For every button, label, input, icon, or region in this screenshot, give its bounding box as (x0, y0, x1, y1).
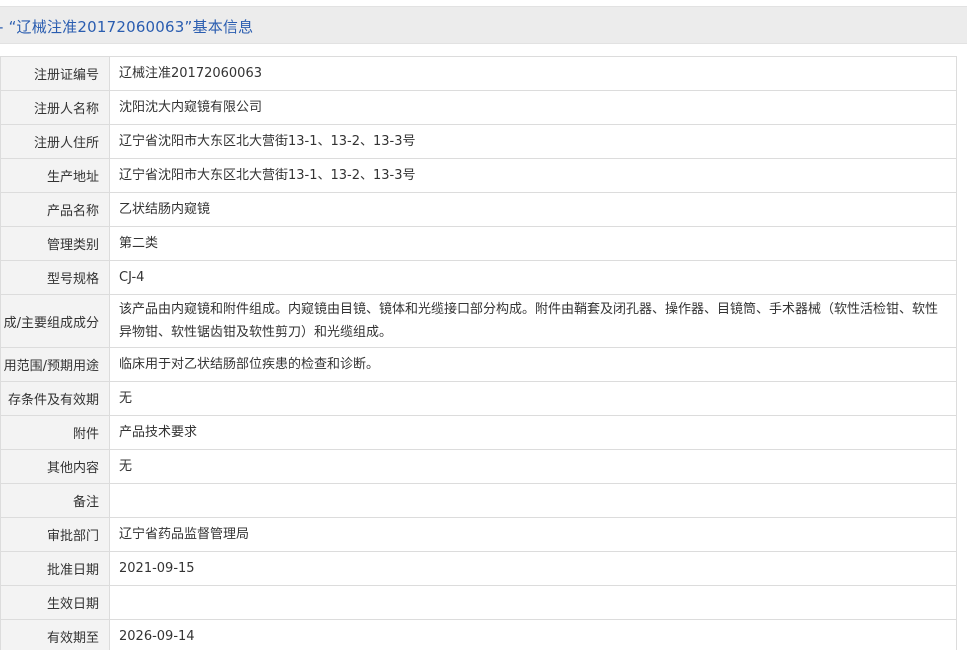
row-value: 2021-09-15 (109, 551, 957, 586)
row-effective-date: 生效日期 (0, 585, 957, 620)
row-remarks: 备注 (0, 483, 957, 518)
row-value: 辽宁省药品监督管理局 (109, 517, 957, 552)
row-label: 管理类别 (0, 226, 110, 261)
title-bar: - “辽械注准20172060063”基本信息 (0, 6, 967, 44)
row-label: 有效期至 (0, 619, 110, 650)
row-value: 辽宁省沈阳市大东区北大营街13-1、13-2、13-3号 (109, 158, 957, 193)
row-label: 附件 (0, 415, 110, 450)
row-label: 生效日期 (0, 585, 110, 620)
row-value: 无 (109, 449, 957, 484)
row-management-category: 管理类别 第二类 (0, 226, 957, 261)
row-valid-until: 有效期至 2026-09-14 (0, 619, 957, 650)
row-label: 批准日期 (0, 551, 110, 586)
row-value: 无 (109, 381, 957, 416)
row-label: 备注 (0, 483, 110, 518)
info-table: 注册证编号 辽械注准20172060063 注册人名称 沈阳沈大内窥镜有限公司 … (0, 56, 957, 650)
row-value: 乙状结肠内窥镜 (109, 192, 957, 227)
row-label: 注册证编号 (0, 56, 110, 91)
row-registrant-name: 注册人名称 沈阳沈大内窥镜有限公司 (0, 90, 957, 125)
row-production-address: 生产地址 辽宁省沈阳市大东区北大营街13-1、13-2、13-3号 (0, 158, 957, 193)
row-value: 辽械注准20172060063 (109, 56, 957, 91)
row-value: 辽宁省沈阳市大东区北大营街13-1、13-2、13-3号 (109, 124, 957, 159)
row-value: 临床用于对乙状结肠部位疾患的检查和诊断。 (109, 347, 957, 382)
row-other-content: 其他内容 无 (0, 449, 957, 484)
row-composition: 成/主要组成成分 该产品由内窥镜和附件组成。内窥镜由目镜、镜体和光缆接口部分构成… (0, 294, 957, 348)
row-approval-date: 批准日期 2021-09-15 (0, 551, 957, 586)
row-label: 审批部门 (0, 517, 110, 552)
row-label: 生产地址 (0, 158, 110, 193)
row-model-spec: 型号规格 CJ-4 (0, 260, 957, 295)
row-registrant-address: 注册人住所 辽宁省沈阳市大东区北大营街13-1、13-2、13-3号 (0, 124, 957, 159)
row-label: 型号规格 (0, 260, 110, 295)
page-title: - “辽械注准20172060063”基本信息 (0, 18, 254, 36)
row-value: 沈阳沈大内窥镜有限公司 (109, 90, 957, 125)
row-label: 其他内容 (0, 449, 110, 484)
row-label: 注册人住所 (0, 124, 110, 159)
row-intended-use: 用范围/预期用途 临床用于对乙状结肠部位疾患的检查和诊断。 (0, 347, 957, 382)
row-value: 产品技术要求 (109, 415, 957, 450)
row-storage-validity: 存条件及有效期 无 (0, 381, 957, 416)
row-label: 用范围/预期用途 (0, 347, 110, 382)
row-label: 存条件及有效期 (0, 381, 110, 416)
row-label: 成/主要组成成分 (0, 294, 110, 348)
row-registration-number: 注册证编号 辽械注准20172060063 (0, 56, 957, 91)
row-product-name: 产品名称 乙状结肠内窥镜 (0, 192, 957, 227)
row-label: 产品名称 (0, 192, 110, 227)
row-value (109, 585, 957, 620)
row-value (109, 483, 957, 518)
page: - “辽械注准20172060063”基本信息 注册证编号 辽械注准201720… (0, 0, 967, 650)
row-value: 第二类 (109, 226, 957, 261)
row-approval-department: 审批部门 辽宁省药品监督管理局 (0, 517, 957, 552)
row-value: 该产品由内窥镜和附件组成。内窥镜由目镜、镜体和光缆接口部分构成。附件由鞘套及闭孔… (109, 294, 957, 348)
row-attachment: 附件 产品技术要求 (0, 415, 957, 450)
row-value: 2026-09-14 (109, 619, 957, 650)
row-value: CJ-4 (109, 260, 957, 295)
row-label: 注册人名称 (0, 90, 110, 125)
